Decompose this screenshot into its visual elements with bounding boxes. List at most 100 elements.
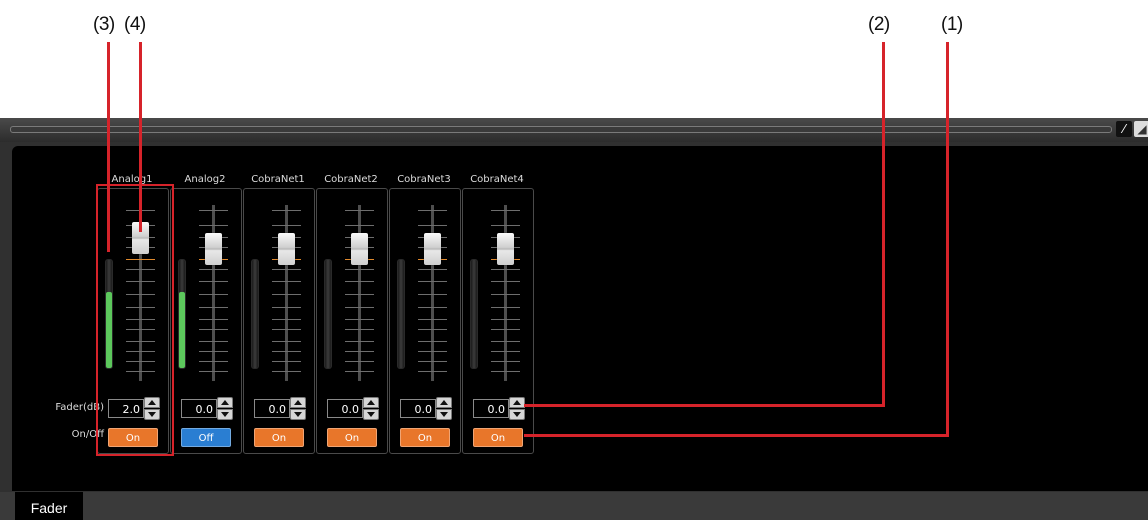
fader-tick — [345, 281, 374, 282]
spin-down-icon[interactable] — [290, 409, 306, 420]
spin-up-icon[interactable] — [363, 397, 379, 408]
onoff-button[interactable]: Off — [181, 428, 231, 447]
onoff-row-label: On/Off — [71, 429, 104, 440]
fader-tick — [199, 307, 228, 308]
fader-tick — [199, 351, 228, 352]
fader-tick — [418, 294, 447, 295]
fader-tick — [199, 281, 228, 282]
fader-tick — [199, 269, 228, 270]
fader-knob[interactable] — [205, 233, 222, 265]
fader-tick — [418, 341, 447, 342]
spin-down-icon[interactable] — [436, 409, 452, 420]
fader-tick — [345, 351, 374, 352]
fader-tick — [272, 307, 301, 308]
fader-track — [431, 205, 434, 381]
callout-1-leader-vertical — [946, 42, 949, 437]
fader-track — [212, 205, 215, 381]
callout-2-leader-vertical — [882, 42, 885, 406]
channel-name: CobraNet3 — [397, 174, 451, 185]
fader-tick — [272, 361, 301, 362]
spin-up-icon[interactable] — [290, 397, 306, 408]
level-meter — [324, 259, 332, 369]
fader-tick — [491, 210, 520, 211]
spin-up-icon[interactable] — [217, 397, 233, 408]
spin-down-icon[interactable] — [363, 409, 379, 420]
spin-down-icon[interactable] — [217, 409, 233, 420]
fader-tick — [491, 294, 520, 295]
fader-tick — [272, 341, 301, 342]
fader-tick — [418, 307, 447, 308]
edit-icon[interactable]: ⁄ — [1116, 121, 1132, 137]
fader-tick — [199, 225, 228, 226]
fader-tick — [272, 329, 301, 330]
fader-tick — [345, 269, 374, 270]
fader-tick — [272, 281, 301, 282]
fader-db-input[interactable]: 0.0 — [473, 399, 509, 418]
fader-content-area: Analog1 2.0 On Analog2 0.0 Off CobraNet1 0.0 On C… — [12, 146, 1148, 491]
fader-db-stepper[interactable] — [436, 397, 452, 420]
channel-strip: 0.0 Off — [170, 188, 242, 454]
fader-track — [358, 205, 361, 381]
callout-1-leader-horizontal — [524, 434, 949, 437]
window-title-bar: ⁄ ◢ — [0, 118, 1148, 142]
fader-knob[interactable] — [424, 233, 441, 265]
fader-tick — [491, 361, 520, 362]
fader-tick — [418, 361, 447, 362]
fader-tick — [345, 307, 374, 308]
fader-tick — [345, 371, 374, 372]
fader-track — [504, 205, 507, 381]
fader-db-input[interactable]: 0.0 — [400, 399, 436, 418]
fader-tick — [491, 371, 520, 372]
level-meter — [470, 259, 478, 369]
tab-fader[interactable]: Fader — [15, 492, 83, 520]
fader-tick — [199, 294, 228, 295]
channel-strip: 0.0 On — [316, 188, 388, 454]
channel-name: CobraNet1 — [251, 174, 305, 185]
fader-knob[interactable] — [497, 233, 514, 265]
fader-db-stepper[interactable] — [363, 397, 379, 420]
fader-tick — [418, 351, 447, 352]
onoff-button[interactable]: On — [400, 428, 450, 447]
channel-name: CobraNet4 — [470, 174, 524, 185]
fader-db-stepper[interactable] — [290, 397, 306, 420]
fader-tick — [418, 210, 447, 211]
level-meter — [397, 259, 405, 369]
callout-2-leader-horizontal — [524, 404, 885, 407]
fader-knob[interactable] — [278, 233, 295, 265]
fader-tick — [345, 329, 374, 330]
spin-down-icon[interactable] — [509, 409, 525, 420]
fader-tick — [491, 269, 520, 270]
spin-up-icon[interactable] — [436, 397, 452, 408]
callout-2: (2) — [868, 14, 890, 35]
fader-tick — [199, 210, 228, 211]
fader-db-input[interactable]: 0.0 — [327, 399, 363, 418]
fader-tick — [418, 329, 447, 330]
onoff-button[interactable]: On — [327, 428, 377, 447]
callout-4-leader-line — [139, 42, 142, 232]
onoff-button[interactable]: On — [254, 428, 304, 447]
fader-tick — [199, 361, 228, 362]
fader-tick — [418, 269, 447, 270]
fader-tick — [345, 341, 374, 342]
channel-name: Analog2 — [184, 174, 226, 185]
fader-tick — [345, 319, 374, 320]
fader-db-input[interactable]: 0.0 — [181, 399, 217, 418]
fader-knob[interactable] — [351, 233, 368, 265]
fader-tick — [199, 319, 228, 320]
spin-up-icon[interactable] — [509, 397, 525, 408]
level-meter — [251, 259, 259, 369]
fader-db-stepper[interactable] — [509, 397, 525, 420]
callout-3: (3) — [93, 14, 115, 35]
channel-strip: 0.0 On — [389, 188, 461, 454]
fader-db-stepper[interactable] — [217, 397, 233, 420]
fader-tick — [418, 225, 447, 226]
callout-3-leader-line — [107, 42, 110, 252]
fader-tick — [345, 210, 374, 211]
onoff-button[interactable]: On — [473, 428, 523, 447]
fader-db-input[interactable]: 0.0 — [254, 399, 290, 418]
channel-strip: 0.0 On — [462, 188, 534, 454]
fader-tick — [272, 371, 301, 372]
fader-tick — [491, 341, 520, 342]
fader-tick — [491, 319, 520, 320]
window-option-icon[interactable]: ◢ — [1134, 121, 1148, 137]
